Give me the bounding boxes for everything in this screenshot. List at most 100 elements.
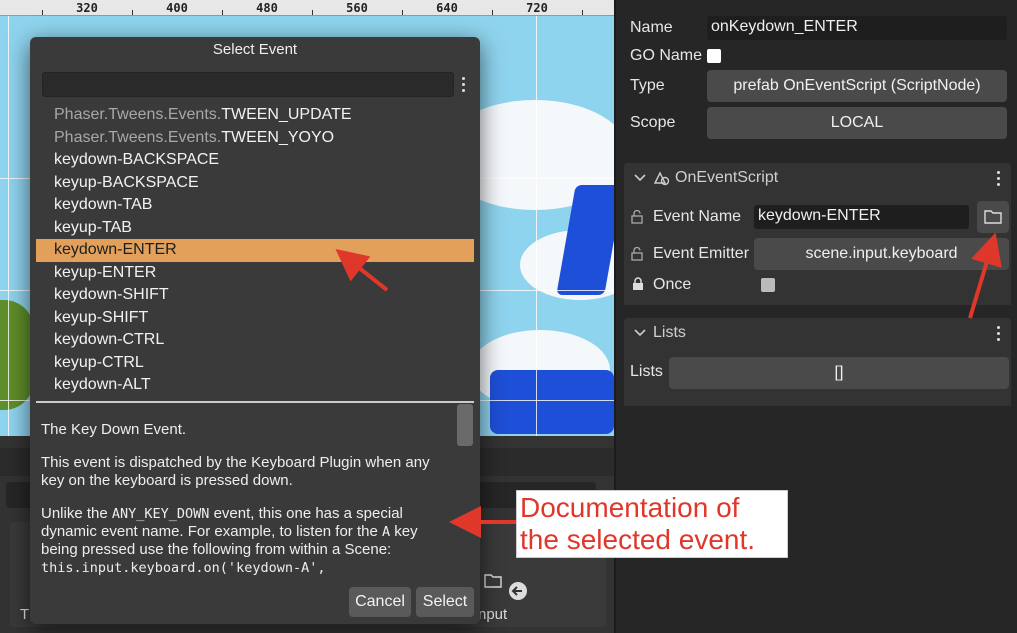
unlock-icon[interactable] (630, 210, 646, 224)
event-name: TWEEN_YOYO (221, 128, 335, 146)
folder-icon[interactable] (484, 572, 502, 588)
scope-label: Scope (630, 114, 676, 131)
doc-text: Unlike the (41, 505, 112, 522)
ruler-tick (42, 10, 43, 15)
event-name: keydown-TAB (54, 196, 153, 213)
event-list-item[interactable]: keydown-BACKSPACE (36, 149, 474, 172)
select-button[interactable]: Select (416, 587, 474, 617)
arrow-left-circle-icon[interactable] (508, 581, 528, 601)
event-list-item[interactable]: keyup-ENTER (36, 262, 474, 285)
grid-line (536, 16, 537, 436)
event-name: keydown-BACKSPACE (54, 151, 220, 168)
name-label: Name (630, 19, 673, 36)
folder-icon (984, 210, 1002, 224)
logo-letter-graphic (490, 370, 614, 434)
doc-code: this.input.keyboard.on('keydown-A', (41, 560, 326, 576)
ruler-tick (582, 10, 583, 15)
doc-code: ANY_KEY_DOWN (111, 506, 210, 522)
event-list-item[interactable]: keydown-TAB (36, 194, 474, 217)
ruler-tick (402, 10, 403, 15)
event-name: keydown-ENTER (54, 241, 177, 258)
ruler-tick (132, 10, 133, 15)
section-title: Lists (653, 324, 686, 341)
event-emitter-button[interactable]: scene.input.keyboard (754, 238, 1009, 270)
foliage-graphic (0, 300, 34, 410)
partial-label: nput (478, 606, 508, 623)
partial-label: T (20, 606, 30, 623)
type-label: Type (630, 77, 665, 94)
event-list-item[interactable]: keydown-SHIFT (36, 284, 474, 307)
chevron-down-icon[interactable] (634, 328, 646, 338)
doc-code: A (382, 524, 391, 540)
lists-button[interactable]: [] (669, 357, 1009, 389)
more-options-icon[interactable] (462, 77, 466, 95)
lists-section-body: Lists [] (624, 348, 1011, 406)
dialog-title: Select Event (212, 41, 298, 58)
ruler-tick (492, 10, 493, 15)
name-input[interactable]: onKeydown_ENTER (707, 16, 1007, 40)
event-namespace: Phaser.Tweens.Events. (54, 128, 222, 146)
cancel-button[interactable]: Cancel (349, 587, 411, 617)
event-filter-input[interactable] (42, 72, 454, 97)
event-namespace: Phaser.Tweens.Events. (54, 106, 222, 123)
event-list-item[interactable]: Phaser.Tweens.Events.TWEEN_YOYO (36, 127, 474, 150)
grid-line (8, 16, 9, 436)
doc-paragraph: This event is dispatched by the Keyboard… (41, 454, 430, 489)
once-checkbox[interactable] (761, 278, 775, 292)
event-list-item[interactable]: keydown-ALT (36, 374, 474, 397)
ruler-tick (222, 10, 223, 15)
event-name: keyup-CTRL (54, 353, 144, 371)
event-list-item[interactable]: keyup-BACKSPACE (36, 172, 474, 195)
more-options-icon[interactable] (997, 326, 1001, 344)
event-list-item[interactable]: keyup-TAB (36, 217, 474, 240)
event-list-item[interactable]: keydown-CTRL (36, 329, 474, 352)
ruler-label: 560 (346, 1, 368, 15)
splitter[interactable] (36, 401, 474, 403)
ruler-label: 400 (166, 1, 188, 15)
ruler-label: 320 (76, 1, 98, 15)
event-name-input[interactable]: keydown-ENTER (754, 205, 969, 229)
annotation-callout: Documentation of the selected event. (516, 490, 788, 558)
select-event-dialog: Select Event Phaser.Tweens.Events.TWEEN_… (30, 37, 480, 624)
on-event-script-section-body: Event Name keydown-ENTER Event Emitter s… (624, 193, 1011, 305)
lists-section-header[interactable]: Lists (624, 318, 1011, 348)
event-name: keyup-TAB (54, 218, 132, 236)
type-button[interactable]: prefab OnEventScript (ScriptNode) (707, 70, 1007, 102)
event-list-item[interactable]: keydown-ENTER (36, 239, 474, 262)
event-name-label: Event Name (653, 208, 742, 225)
event-name: keyup-ENTER (54, 263, 157, 281)
event-name: keydown-CTRL (54, 331, 165, 348)
unlock-icon[interactable] (630, 247, 646, 261)
script-node-icon (653, 171, 670, 186)
event-documentation: The Key Down Event. This event is dispat… (41, 421, 441, 592)
event-name: keydown-ALT (54, 376, 151, 393)
horizontal-ruler: 320 400 480 560 640 720 (0, 0, 614, 16)
event-name: TWEEN_UPDATE (221, 106, 352, 123)
ruler-tick (312, 10, 313, 15)
once-label: Once (653, 276, 692, 293)
go-name-checkbox[interactable] (707, 49, 721, 63)
event-list-item[interactable]: keyup-CTRL (36, 352, 474, 375)
ruler-label: 720 (526, 1, 548, 15)
lists-label: Lists (630, 363, 663, 380)
event-list-item[interactable]: keyup-SHIFT (36, 307, 474, 330)
section-title: OnEventScript (675, 169, 779, 186)
ruler-label: 480 (256, 1, 278, 15)
doc-paragraph: The Key Down Event. (41, 421, 187, 438)
event-name: keydown-SHIFT (54, 286, 169, 303)
on-event-script-section-header[interactable]: OnEventScript (624, 163, 1011, 193)
scope-button[interactable]: LOCAL (707, 107, 1007, 139)
doc-scrollbar-thumb[interactable] (457, 404, 473, 446)
chevron-down-icon[interactable] (634, 173, 646, 183)
doc-paragraph: Unlike the ANY_KEY_DOWN event, this one … (41, 505, 441, 577)
more-options-icon[interactable] (997, 171, 1001, 189)
lock-icon[interactable] (631, 277, 645, 291)
browse-events-button[interactable] (977, 201, 1009, 233)
go-name-label: GO Name (630, 47, 703, 64)
event-emitter-label: Event Emitter (653, 245, 750, 262)
event-list-item[interactable]: Phaser.Tweens.Events.TWEEN_UPDATE (36, 104, 474, 127)
event-list: Phaser.Tweens.Events.TWEEN_UPDATE Phaser.… (36, 104, 474, 397)
ruler-label: 640 (436, 1, 458, 15)
event-name: keyup-SHIFT (54, 308, 149, 326)
event-name: keyup-BACKSPACE (54, 173, 199, 191)
